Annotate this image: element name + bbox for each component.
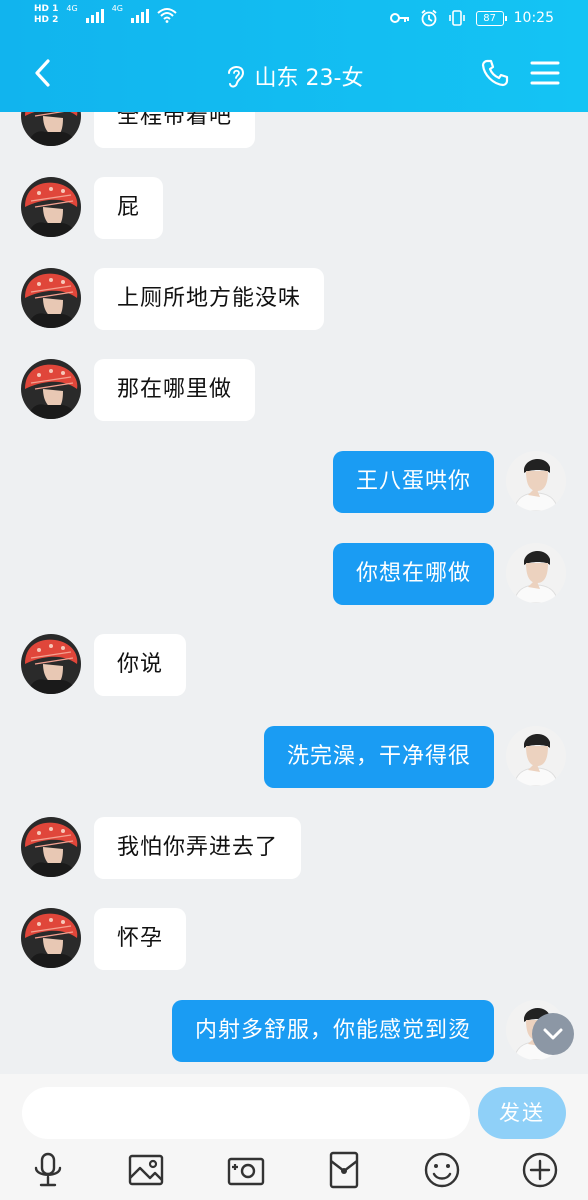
battery-level: 87	[475, 10, 507, 26]
incoming-message-bubble[interactable]: 我怕你弄进去了	[94, 817, 302, 879]
vibrate-icon	[448, 10, 465, 26]
incoming-message-row: 怀孕	[0, 908, 588, 970]
plus-icon[interactable]	[520, 1150, 560, 1190]
sim-indicators: HD 1 HD 2	[34, 4, 58, 26]
composer-bar: 发送	[0, 1074, 588, 1200]
incoming-message-row: 屁	[0, 177, 588, 239]
incoming-message-bubble[interactable]: 屁	[94, 177, 164, 239]
message-input[interactable]	[22, 1087, 470, 1139]
incoming-message-bubble[interactable]: 那在哪里做	[94, 359, 256, 421]
wifi-icon	[157, 8, 177, 23]
emoji-icon[interactable]	[422, 1150, 462, 1190]
outgoing-message-row: 内射多舒服，你能感觉到烫	[0, 1000, 588, 1062]
incoming-message-row: 我怕你弄进去了	[0, 817, 588, 879]
contact-avatar[interactable]	[21, 177, 81, 237]
input-toolbar	[0, 1150, 588, 1194]
signal1-icon	[85, 7, 104, 23]
red-packet-icon[interactable]	[324, 1150, 364, 1190]
outgoing-message-row: 王八蛋哄你	[0, 451, 588, 513]
chat-title: 山东 23-女	[254, 66, 364, 91]
contact-avatar[interactable]	[21, 112, 81, 146]
contact-avatar[interactable]	[21, 634, 81, 694]
image-icon[interactable]	[126, 1150, 166, 1190]
outgoing-message-row: 你想在哪做	[0, 543, 588, 605]
incoming-message-row: 上厕所地方能没味	[0, 268, 588, 330]
send-button[interactable]: 发送	[478, 1087, 566, 1139]
network2-label: 4G	[111, 4, 123, 13]
sim2-label: HD 2	[34, 15, 59, 25]
top-bar: HD 1 HD 2 4G 4G 87 10:25 山东 23-女	[0, 0, 588, 112]
incoming-message-row: 全程带着吧	[0, 112, 588, 148]
phone-icon[interactable]	[480, 58, 510, 88]
incoming-message-bubble[interactable]: 全程带着吧	[94, 112, 256, 148]
scroll-to-bottom-button[interactable]	[532, 1013, 574, 1055]
alarm-icon	[421, 9, 437, 27]
voice-icon[interactable]	[28, 1150, 68, 1190]
my-avatar[interactable]	[506, 726, 566, 786]
contact-avatar[interactable]	[21, 908, 81, 968]
nav-bar: 山东 23-女	[0, 38, 588, 112]
outgoing-message-bubble[interactable]: 内射多舒服，你能感觉到烫	[171, 1000, 494, 1062]
signal2-icon	[131, 7, 149, 23]
my-avatar[interactable]	[506, 543, 566, 603]
incoming-message-bubble[interactable]: 上厕所地方能没味	[94, 268, 325, 330]
status-bar: HD 1 HD 2 4G 4G 87 10:25	[0, 0, 588, 38]
incoming-message-bubble[interactable]: 你说	[94, 634, 187, 696]
chevron-down-icon	[543, 1028, 563, 1040]
ear-icon[interactable]	[225, 62, 247, 90]
menu-icon[interactable]	[530, 60, 560, 86]
camera-icon[interactable]	[226, 1150, 266, 1190]
outgoing-message-bubble[interactable]: 你想在哪做	[332, 543, 494, 605]
incoming-message-bubble[interactable]: 怀孕	[94, 908, 187, 970]
outgoing-message-row: 洗完澡，干净得很	[0, 726, 588, 788]
clock: 10:25	[513, 10, 554, 26]
message-list[interactable]: 全程带着吧屁上厕所地方能没味 那在哪里做王八蛋哄你你想在哪做你说洗完澡，干净得很我…	[0, 112, 588, 1074]
outgoing-message-bubble[interactable]: 洗完澡，干净得很	[263, 726, 494, 788]
contact-avatar[interactable]	[21, 817, 81, 877]
contact-avatar[interactable]	[21, 268, 81, 328]
incoming-message-row: 那在哪里做	[0, 359, 588, 421]
key-icon	[389, 13, 409, 23]
sim1-label: HD 1	[34, 4, 59, 14]
network1-label: 4G	[66, 4, 78, 13]
my-avatar[interactable]	[506, 451, 566, 511]
contact-avatar[interactable]	[21, 359, 81, 419]
outgoing-message-bubble[interactable]: 王八蛋哄你	[332, 451, 494, 513]
incoming-message-row: 你说	[0, 634, 588, 696]
